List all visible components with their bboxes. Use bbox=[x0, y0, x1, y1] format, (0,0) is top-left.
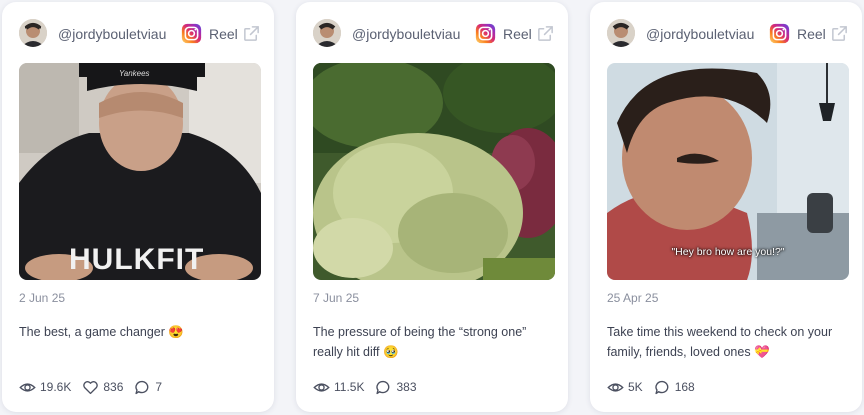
reel-thumbnail[interactable]: Yankees HULKFIT bbox=[19, 63, 261, 280]
comments-count: 7 bbox=[155, 380, 163, 394]
external-link-icon[interactable] bbox=[830, 24, 849, 43]
avatar[interactable] bbox=[607, 19, 635, 47]
content-type-label: Reel bbox=[797, 26, 826, 42]
comment-icon bbox=[655, 380, 669, 394]
account-handle[interactable]: @jordybouletviau bbox=[58, 26, 166, 42]
comments-count: 168 bbox=[674, 380, 695, 394]
avatar[interactable] bbox=[313, 19, 341, 47]
content-type-label: Reel bbox=[209, 26, 238, 42]
heart-icon bbox=[83, 380, 99, 394]
views-stat: 11.5K bbox=[313, 379, 364, 396]
external-link-icon[interactable] bbox=[242, 24, 261, 43]
external-link-icon[interactable] bbox=[536, 24, 555, 43]
post-stats: 11.5K 383 bbox=[313, 377, 428, 397]
views-stat: 5K bbox=[607, 379, 643, 396]
comments-stat: 168 bbox=[654, 379, 695, 396]
post-date: 2 Jun 25 bbox=[19, 291, 66, 305]
comments-stat: 7 bbox=[134, 379, 162, 396]
views-count: 19.6K bbox=[40, 380, 72, 394]
account-handle[interactable]: @jordybouletviau bbox=[646, 26, 754, 42]
comments-stat: 383 bbox=[375, 379, 417, 396]
thumbnail-subtitle: "Hey bro how are you!?" bbox=[671, 246, 785, 258]
eye-icon bbox=[607, 382, 624, 392]
reel-thumbnail[interactable] bbox=[313, 63, 555, 280]
post-stats: 19.6K 836 7 bbox=[19, 377, 173, 397]
likes-stat: 836 bbox=[82, 379, 123, 396]
content-type-label: Reel bbox=[503, 26, 532, 42]
post-card[interactable]: @jordybouletviau Reel bbox=[296, 2, 568, 412]
eye-icon bbox=[313, 382, 330, 392]
comment-icon bbox=[376, 380, 390, 394]
instagram-icon bbox=[181, 23, 202, 44]
post-date: 7 Jun 25 bbox=[313, 291, 360, 305]
card-header: @jordybouletviau Reel bbox=[296, 19, 568, 49]
eye-icon bbox=[19, 382, 36, 392]
instagram-icon bbox=[475, 23, 496, 44]
post-caption: Take time this weekend to check on your … bbox=[607, 325, 833, 359]
post-stats: 5K 168 bbox=[607, 377, 706, 397]
likes-count: 836 bbox=[103, 380, 124, 394]
card-header: @jordybouletviau Reel bbox=[590, 19, 862, 49]
views-stat: 19.6K bbox=[19, 379, 71, 396]
post-card[interactable]: @jordybouletviau Reel bbox=[2, 2, 274, 412]
thumbnail-shirt-text: HULKFIT bbox=[69, 243, 205, 276]
avatar[interactable] bbox=[19, 19, 47, 47]
post-caption: The pressure of being the “strong one” r… bbox=[313, 325, 527, 359]
views-count: 11.5K bbox=[334, 380, 365, 394]
post-caption: The best, a game changer 😍 bbox=[19, 325, 184, 339]
thumbnail-cap-text: Yankees bbox=[119, 69, 150, 78]
comment-icon bbox=[135, 380, 149, 394]
instagram-icon bbox=[769, 23, 790, 44]
account-handle[interactable]: @jordybouletviau bbox=[352, 26, 460, 42]
card-header: @jordybouletviau Reel bbox=[2, 19, 274, 49]
reel-thumbnail[interactable]: "Hey bro how are you!?" bbox=[607, 63, 849, 280]
views-count: 5K bbox=[628, 380, 643, 394]
post-card[interactable]: @jordybouletviau Reel bbox=[590, 2, 862, 412]
post-date: 25 Apr 25 bbox=[607, 291, 659, 305]
comments-count: 383 bbox=[396, 380, 417, 394]
